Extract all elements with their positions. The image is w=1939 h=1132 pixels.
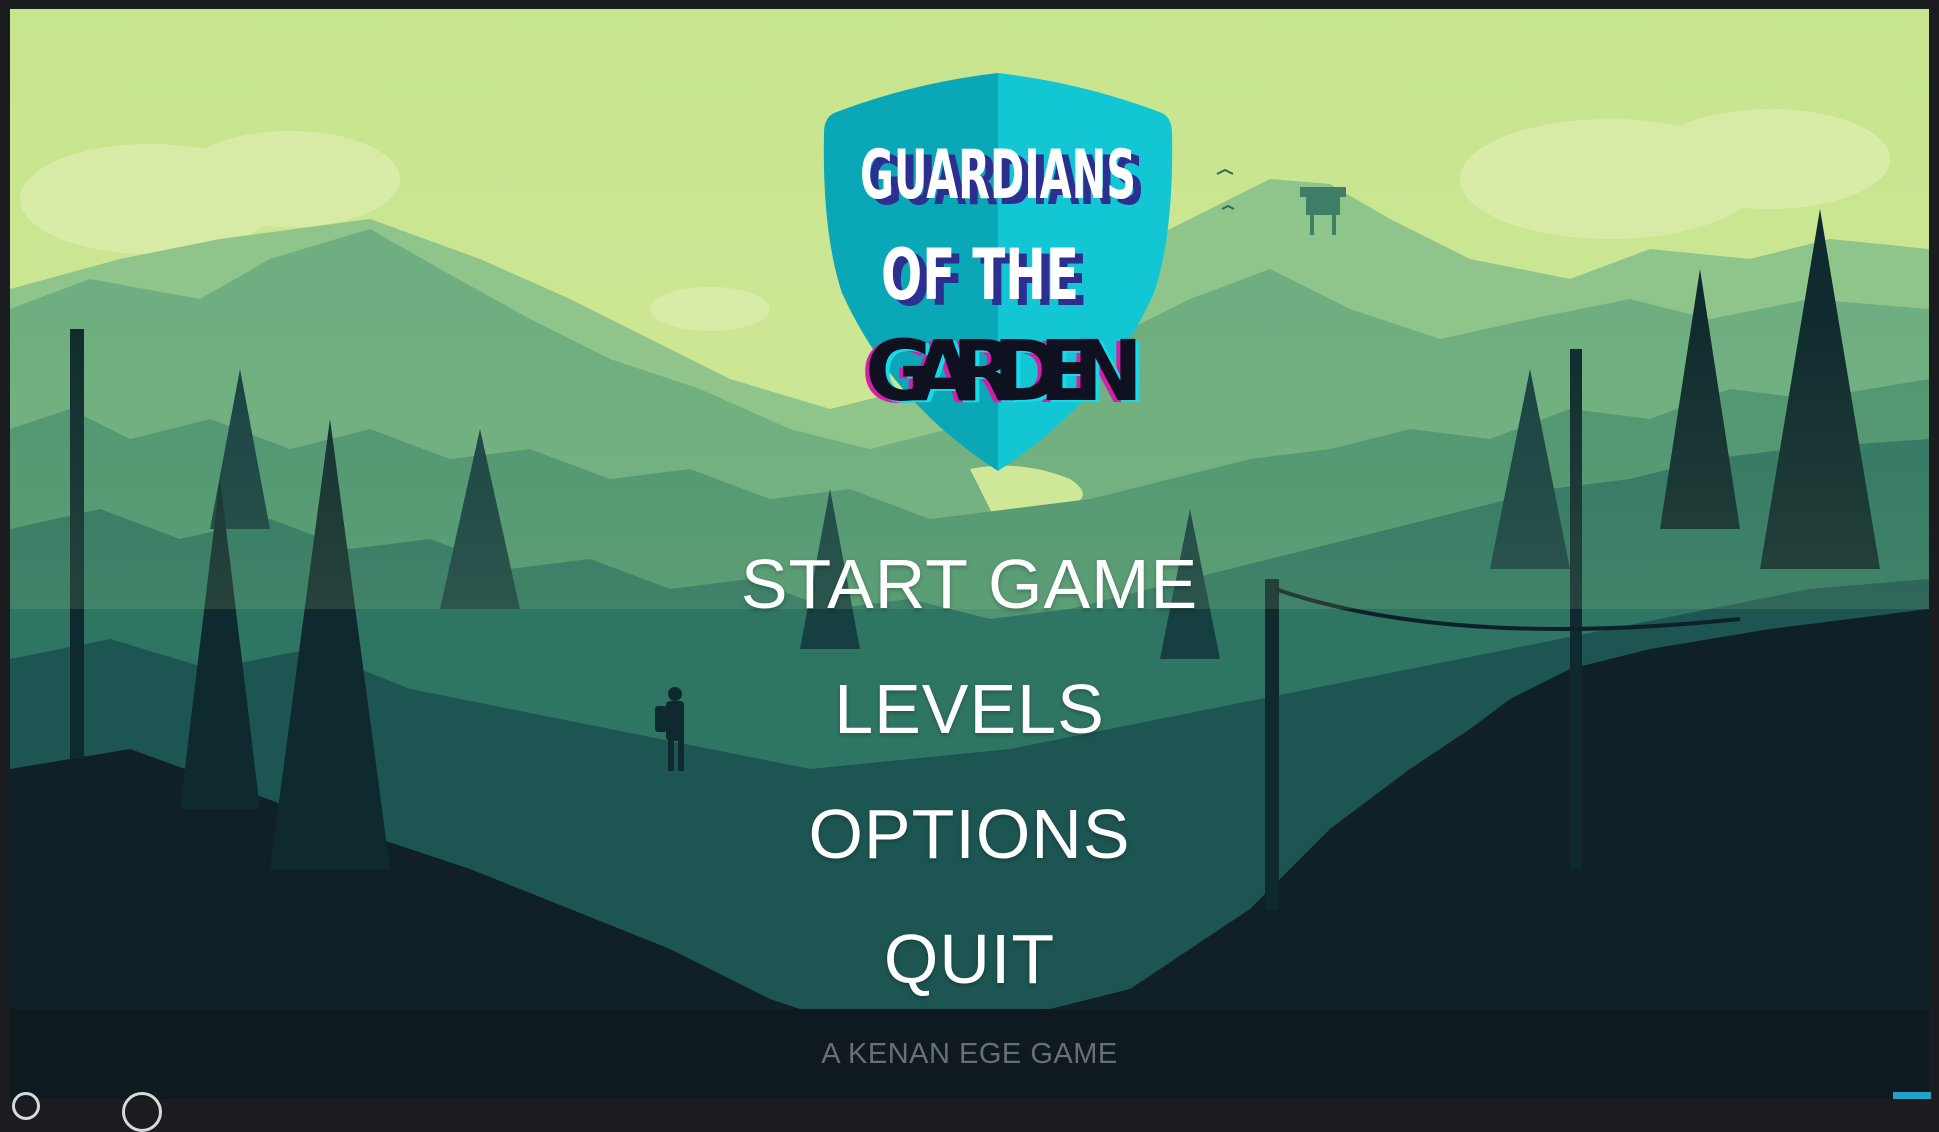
logo-title-line1: GUARDIANS [860, 136, 1136, 215]
credit-text: A KENAN EGE GAME [821, 1038, 1118, 1070]
game-viewport: GUARDIANS GUARDIANS OF THE OF THE GARDEN… [10, 9, 1929, 1099]
main-menu: START GAME LEVELS OPTIONS QUIT [10, 544, 1929, 1044]
corner-tab[interactable] [1893, 1092, 1931, 1099]
logo-title-line2: OF THE [881, 234, 1079, 316]
bottom-left-controls [12, 1088, 192, 1132]
start-game-button[interactable]: START GAME [741, 544, 1198, 624]
game-logo-shield: GUARDIANS GUARDIANS OF THE OF THE GARDEN… [823, 73, 1173, 471]
quit-button[interactable]: QUIT [884, 919, 1055, 999]
options-button[interactable]: OPTIONS [808, 794, 1130, 874]
levels-button[interactable]: LEVELS [834, 669, 1105, 749]
game-window: GUARDIANS GUARDIANS OF THE OF THE GARDEN… [0, 0, 1939, 1132]
logo-title-line3: GARDEN [865, 322, 1143, 420]
sound-icon[interactable] [12, 1092, 40, 1120]
fullscreen-icon[interactable] [122, 1092, 162, 1132]
